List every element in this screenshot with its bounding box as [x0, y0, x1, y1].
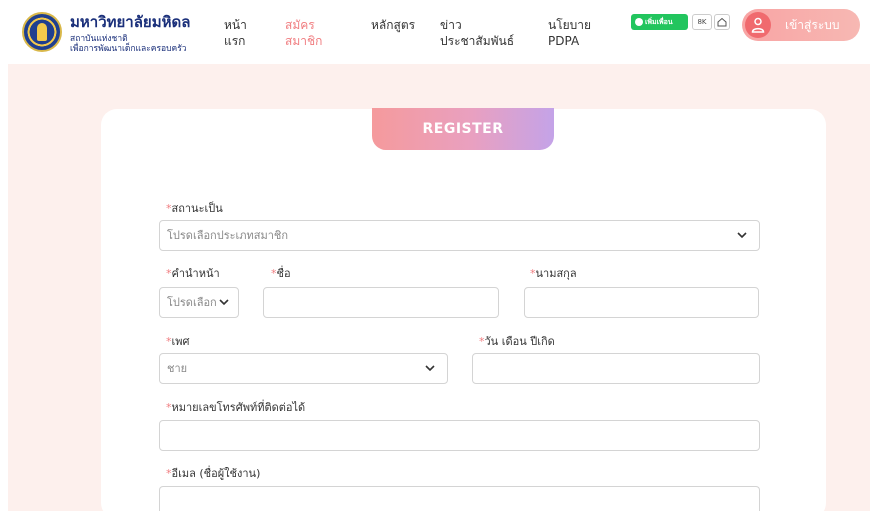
- nav-news-line1: ข่าว: [440, 18, 462, 32]
- status-label-text: สถานะเป็น: [171, 202, 223, 215]
- email-label: *อีเมล (ชื่อผู้ใช้งาน): [166, 464, 260, 482]
- birth-date-label-text: วัน เดือน ปีเกิด: [484, 335, 555, 348]
- prefix-select-placeholder: โปรดเลือก: [167, 296, 217, 309]
- login-button[interactable]: เข้าสู่ระบบ: [742, 9, 860, 41]
- last-name-label: *นามสกุล: [530, 264, 577, 282]
- register-heading: REGISTER: [372, 108, 554, 150]
- gender-label: *เพศ: [166, 332, 190, 350]
- nav-news[interactable]: ข่าว ประชาสัมพันธ์: [440, 17, 514, 49]
- line-chat-icon: [635, 18, 643, 26]
- user-icon: [745, 12, 771, 38]
- line-add-friend-label: เพิ่มเพื่อน: [645, 18, 673, 26]
- prefix-label: *คำนำหน้า: [166, 264, 220, 282]
- nav-pdpa-line2: PDPA: [548, 34, 580, 48]
- chevron-down-icon: [425, 365, 435, 372]
- brand-subtitle-line2: เพื่อการพัฒนาเด็กและครอบครัว: [70, 44, 187, 54]
- chevron-down-icon: [737, 232, 747, 239]
- nav-news-line2: ประชาสัมพันธ์: [440, 34, 515, 48]
- phone-input[interactable]: [159, 420, 760, 451]
- login-label: เข้าสู่ระบบ: [785, 18, 840, 32]
- nav-home-line1: หน้า: [224, 18, 247, 32]
- last-name-input[interactable]: [524, 287, 759, 318]
- friend-count-badge: 8K: [692, 14, 712, 30]
- nav-register[interactable]: สมัคร สมาชิก: [285, 17, 322, 49]
- nav-register-line1: สมัคร: [285, 18, 315, 32]
- home-icon[interactable]: [714, 14, 730, 30]
- birth-date-input[interactable]: [472, 353, 760, 384]
- gender-select[interactable]: ชาย: [159, 353, 448, 384]
- email-label-text: อีเมล (ชื่อผู้ใช้งาน): [171, 467, 261, 480]
- nav-home[interactable]: หน้า แรก: [224, 17, 247, 49]
- prefix-select[interactable]: โปรดเลือก: [159, 287, 239, 318]
- first-name-label-text: ชื่อ: [276, 267, 291, 280]
- phone-label-text: หมายเลขโทรศัพท์ที่ติดต่อได้: [171, 401, 306, 414]
- last-name-label-text: นามสกุล: [535, 267, 577, 280]
- first-name-label: *ชื่อ: [271, 264, 291, 282]
- nav-register-line2: สมาชิก: [285, 34, 323, 48]
- nav-courses[interactable]: หลักสูตร: [371, 17, 415, 33]
- status-select[interactable]: โปรดเลือกประเภทสมาชิก: [159, 220, 760, 251]
- nav-pdpa[interactable]: นโยบาย PDPA: [548, 17, 591, 49]
- site-header: มหาวิทยาลัยมหิดล สถาบันแห่งชาติ เพื่อการ…: [0, 0, 870, 64]
- nav-pdpa-line1: นโยบาย: [548, 18, 592, 32]
- email-input[interactable]: [159, 486, 760, 511]
- nav-courses-line1: หลักสูตร: [371, 18, 416, 32]
- nav-home-line2: แรก: [224, 34, 246, 48]
- chevron-down-icon: [219, 299, 229, 306]
- university-logo[interactable]: [22, 12, 62, 52]
- gender-label-text: เพศ: [171, 335, 190, 348]
- status-label: *สถานะเป็น: [166, 199, 223, 217]
- line-add-friend-button[interactable]: เพิ่มเพื่อน: [631, 14, 688, 30]
- birth-date-label: *วัน เดือน ปีเกิด: [479, 332, 555, 350]
- first-name-input[interactable]: [263, 287, 499, 318]
- prefix-label-text: คำนำหน้า: [171, 267, 220, 280]
- phone-label: *หมายเลขโทรศัพท์ที่ติดต่อได้: [166, 398, 305, 416]
- status-select-placeholder: โปรดเลือกประเภทสมาชิก: [167, 229, 289, 242]
- gender-select-value: ชาย: [167, 362, 188, 375]
